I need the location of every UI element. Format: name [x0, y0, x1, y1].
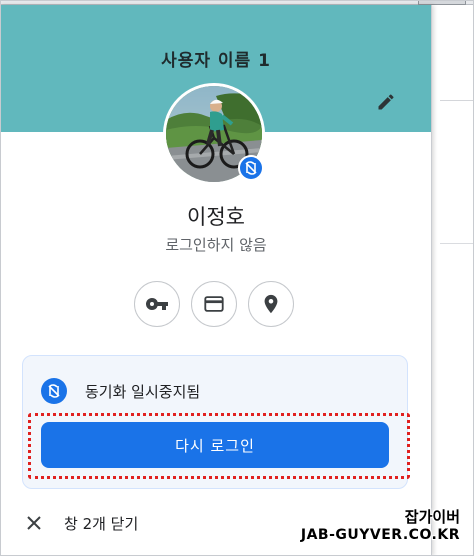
passwords-button[interactable]: [134, 281, 180, 327]
sync-paused-icon: [245, 161, 257, 175]
close-icon: [24, 513, 44, 533]
browser-background: [432, 5, 474, 556]
payment-methods-button[interactable]: [191, 281, 237, 327]
divider: [440, 100, 474, 101]
watermark: 잡가이버 JAB-GUYVER.CO.KR: [301, 508, 460, 544]
profile-panel: 사용자 이름 1 이정호 로그인하지 않음 동기화 일시중지됨 다시 로그인 창…: [0, 5, 432, 556]
divider: [440, 243, 474, 244]
addresses-button[interactable]: [248, 281, 294, 327]
sync-paused-badge: [238, 155, 264, 181]
user-name: 이정호: [187, 205, 245, 229]
pencil-icon: [378, 94, 394, 110]
sync-status-icon-wrap: [41, 378, 67, 404]
credit-card-icon: [204, 296, 224, 312]
sign-in-status: 로그인하지 않음: [165, 236, 267, 254]
sign-in-again-button[interactable]: 다시 로그인: [41, 422, 389, 468]
location-pin-icon: [264, 294, 278, 314]
watermark-line2: JAB-GUYVER.CO.KR: [300, 527, 460, 543]
watermark-line1: 잡가이버: [404, 508, 460, 526]
sync-status-text: 동기화 일시중지됨: [85, 383, 201, 401]
key-icon: [146, 298, 168, 310]
profile-menu-screen: 사용자 이름 1 이정호 로그인하지 않음 동기화 일시중지됨 다시 로그인 창…: [0, 0, 474, 556]
close-windows-label: 창 2개 닫기: [64, 514, 139, 533]
sync-status-card: 동기화 일시중지됨 다시 로그인: [22, 355, 408, 489]
sync-paused-icon: [48, 384, 60, 398]
edit-profile-button[interactable]: [372, 88, 400, 116]
profile-name: 사용자 이름 1: [161, 51, 271, 71]
